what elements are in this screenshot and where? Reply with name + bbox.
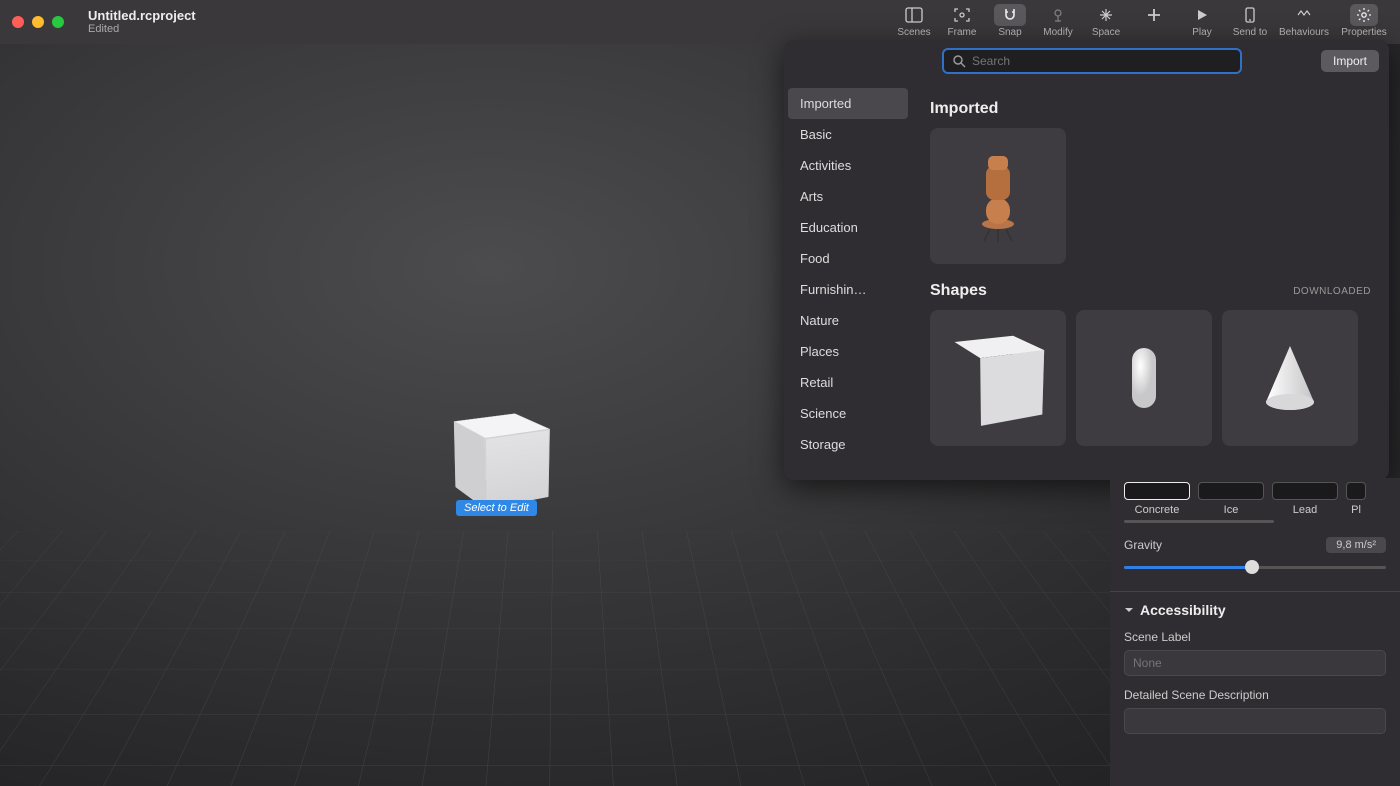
category-furnishings[interactable]: Furnishin… xyxy=(784,274,912,305)
category-education[interactable]: Education xyxy=(784,212,912,243)
close-window-button[interactable] xyxy=(12,16,24,28)
scenes-icon xyxy=(905,4,923,26)
gravity-label: Gravity xyxy=(1124,538,1162,552)
divider xyxy=(1110,591,1400,592)
title-bar: Untitled.rcproject Edited Scenes Frame S… xyxy=(0,0,1400,44)
category-science[interactable]: Science xyxy=(784,398,912,429)
scene-label-label: Scene Label xyxy=(1124,630,1386,644)
play-icon xyxy=(1195,4,1209,26)
properties-button[interactable]: Properties xyxy=(1334,4,1394,38)
material-concrete[interactable]: Concrete xyxy=(1124,482,1190,516)
document-title-block: Untitled.rcproject Edited xyxy=(88,9,196,35)
material-lead[interactable]: Lead xyxy=(1272,482,1338,516)
document-filename: Untitled.rcproject xyxy=(88,9,196,23)
category-retail[interactable]: Retail xyxy=(784,367,912,398)
space-button[interactable]: Space xyxy=(1082,4,1130,38)
modify-button[interactable]: Modify xyxy=(1034,4,1082,38)
category-basic[interactable]: Basic xyxy=(784,119,912,150)
main-toolbar: Scenes Frame Snap Modify Space xyxy=(890,0,1394,44)
asset-thumb-cone[interactable] xyxy=(1222,310,1358,446)
asset-library-panel: Import Imported Basic Activities Arts Ed… xyxy=(784,40,1389,480)
material-more[interactable]: Pl xyxy=(1346,482,1366,516)
detailed-description-label: Detailed Scene Description xyxy=(1124,688,1386,702)
behaviours-icon xyxy=(1295,4,1313,26)
category-arts[interactable]: Arts xyxy=(784,181,912,212)
snap-button[interactable]: Snap xyxy=(986,4,1034,38)
category-storage[interactable]: Storage xyxy=(784,429,912,460)
gravity-value[interactable]: 9,8 m/s² xyxy=(1326,537,1386,553)
behaviours-button[interactable]: Behaviours xyxy=(1274,4,1334,38)
window-controls xyxy=(12,16,64,28)
space-icon xyxy=(1098,4,1114,26)
frame-icon xyxy=(953,4,971,26)
modify-icon xyxy=(1050,4,1066,26)
add-button[interactable] xyxy=(1130,4,1178,27)
frame-button[interactable]: Frame xyxy=(938,4,986,38)
magnet-icon xyxy=(994,4,1026,26)
asset-search-input[interactable] xyxy=(972,54,1232,68)
gear-icon xyxy=(1350,4,1378,26)
zoom-window-button[interactable] xyxy=(52,16,64,28)
category-activities[interactable]: Activities xyxy=(784,150,912,181)
category-nature[interactable]: Nature xyxy=(784,305,912,336)
section-imported-title: Imported xyxy=(930,100,998,118)
material-ice[interactable]: Ice xyxy=(1198,482,1264,516)
asset-thumb-chair[interactable] xyxy=(930,128,1066,264)
plus-icon xyxy=(1146,4,1162,26)
category-places[interactable]: Places xyxy=(784,336,912,367)
asset-category-list[interactable]: Imported Basic Activities Arts Education… xyxy=(784,82,912,480)
category-imported[interactable]: Imported xyxy=(788,88,908,119)
capsule-icon xyxy=(1104,328,1184,428)
gravity-slider[interactable] xyxy=(1124,559,1386,575)
play-button[interactable]: Play xyxy=(1178,4,1226,38)
document-status: Edited xyxy=(88,23,196,35)
material-scrollbar[interactable] xyxy=(1124,520,1274,523)
section-shapes-title: Shapes xyxy=(930,282,987,300)
minimize-window-button[interactable] xyxy=(32,16,44,28)
scenes-button[interactable]: Scenes xyxy=(890,4,938,38)
detailed-description-input[interactable] xyxy=(1124,708,1386,734)
asset-content-area: Imported Shapes DOWNLOAD xyxy=(912,82,1389,480)
accessibility-section-header[interactable]: Accessibility xyxy=(1124,602,1386,618)
material-picker[interactable]: Concrete Ice Lead Pl xyxy=(1124,482,1386,516)
import-button[interactable]: Import xyxy=(1321,50,1379,72)
cube-icon xyxy=(967,343,1028,414)
asset-search-field[interactable] xyxy=(942,48,1242,74)
scene-object-cube[interactable] xyxy=(466,424,546,504)
search-icon xyxy=(952,54,966,68)
cone-icon xyxy=(1250,328,1330,428)
category-food[interactable]: Food xyxy=(784,243,912,274)
select-to-edit-badge[interactable]: Select to Edit xyxy=(456,500,537,516)
asset-thumb-capsule[interactable] xyxy=(1076,310,1212,446)
asset-thumb-cube[interactable] xyxy=(930,310,1066,446)
send-to-button[interactable]: Send to xyxy=(1226,4,1274,38)
properties-panel: Concrete Ice Lead Pl Gravity 9,8 m/s² Ac… xyxy=(1110,478,1400,786)
scene-label-input[interactable] xyxy=(1124,650,1386,676)
chair-icon xyxy=(958,146,1038,246)
section-shapes-tag: DOWNLOADED xyxy=(1293,286,1371,297)
asset-panel-header: Import xyxy=(784,40,1389,82)
chevron-down-icon xyxy=(1124,605,1134,615)
device-icon xyxy=(1244,4,1256,26)
